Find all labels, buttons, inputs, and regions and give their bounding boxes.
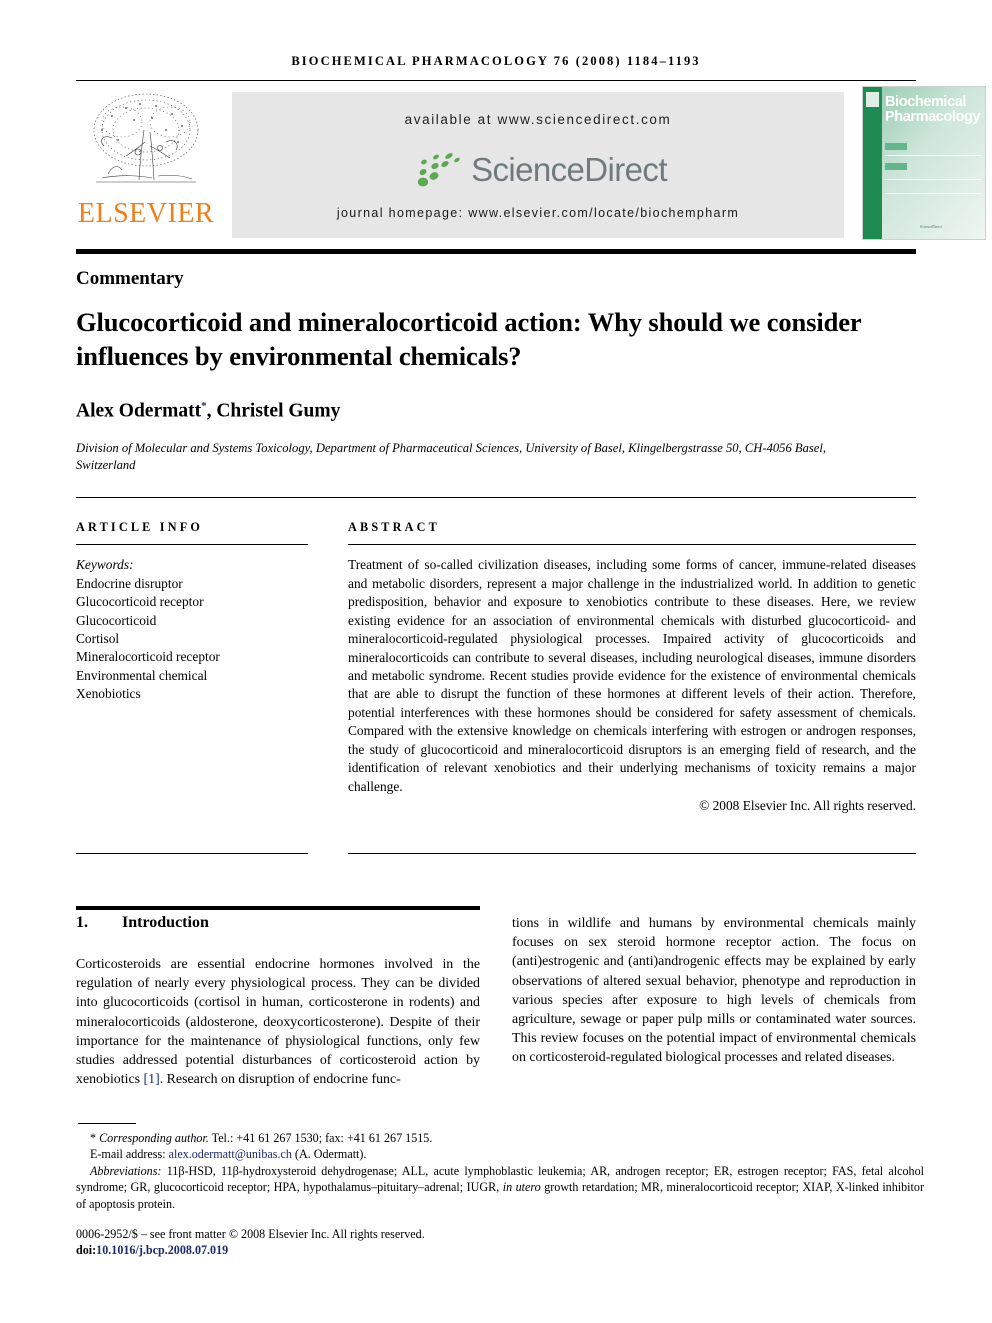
- doi-label: doi:: [76, 1243, 97, 1257]
- abbreviations-label: Abbreviations:: [90, 1163, 162, 1178]
- keyword-item: Mineralocorticoid receptor: [76, 649, 220, 665]
- cover-title: Biochemical Pharmacology: [885, 95, 981, 125]
- reference-citation-1[interactable]: [1]: [144, 1072, 160, 1087]
- author-primary: Alex Odermatt: [76, 400, 202, 422]
- intro-paragraph-part2: . Research on disruption of endocrine fu…: [159, 1072, 401, 1088]
- article-type: Commentary: [76, 268, 184, 289]
- sciencedirect-banner: available at www.sciencedirect.com Scien…: [232, 92, 844, 238]
- abstract-copyright: © 2008 Elsevier Inc. All rights reserved…: [699, 798, 916, 814]
- author-list: Alex Odermatt*, Christel Gumy: [76, 400, 340, 423]
- keyword-item: Environmental chemical: [76, 667, 208, 683]
- cover-title-line1: Biochemical: [885, 94, 967, 110]
- email-link[interactable]: alex.odermatt@unibas.ch: [169, 1147, 292, 1161]
- masthead: ELSEVIER available at www.sciencedirect.…: [76, 86, 986, 242]
- body-column-right: tions in wildlife and humans by environm…: [512, 916, 916, 1066]
- footnote-corresponding-author: * Corresponding author. Tel.: +41 61 267…: [76, 1130, 924, 1146]
- article-info-rule: [76, 544, 308, 546]
- introduction-heading-label: Introduction: [122, 914, 209, 931]
- article-info-bottom-rule: [76, 853, 308, 855]
- footnote-corresponding-label: Corresponding author.: [99, 1131, 209, 1145]
- doi-line: doi:10.1016/j.bcp.2008.07.019: [76, 1243, 228, 1258]
- footnote-star-marker: *: [90, 1131, 97, 1145]
- keyword-item: Endocrine disruptor: [76, 575, 183, 591]
- keywords-label: Keywords:: [76, 557, 134, 573]
- doi-link[interactable]: 10.1016/j.bcp.2008.07.019: [96, 1243, 228, 1257]
- cover-footer-note: ScienceDirect: [919, 224, 943, 229]
- elsevier-tree-icon: [82, 90, 210, 198]
- footnote-email-line: E-mail address: alex.odermatt@unibas.ch …: [76, 1146, 924, 1162]
- running-head: BIOCHEMICAL PHARMACOLOGY 76 (2008) 1184–…: [291, 54, 701, 68]
- cover-bar-2: [885, 179, 981, 181]
- footnote-contact: Tel.: +41 61 267 1530; fax: +41 61 267 1…: [208, 1131, 433, 1145]
- elsevier-logo: ELSEVIER: [76, 86, 216, 238]
- journal-cover-thumbnail: Biochemical Pharmacology ScienceDirect: [862, 86, 986, 240]
- cover-chip-1: [885, 143, 907, 150]
- email-suffix: (A. Odermatt).: [291, 1147, 367, 1162]
- abstract-rule: [348, 544, 916, 546]
- body-column-left: Corticosteroids are essential endocrine …: [76, 955, 480, 1089]
- cover-bar-3: [885, 193, 981, 195]
- masthead-top-rule: [76, 80, 916, 82]
- email-label: E-mail address:: [90, 1147, 169, 1162]
- keyword-item: Cortisol: [76, 630, 120, 646]
- footnote-block: * Corresponding author. Tel.: +41 61 267…: [76, 1130, 924, 1212]
- masthead-bottom-thick-rule: [76, 249, 916, 254]
- abstract-text: Treatment of so-called civilization dise…: [348, 557, 916, 794]
- abstract-column: ABSTRACT Treatment of so-called civiliza…: [348, 520, 916, 814]
- abstract-bottom-rule: [348, 853, 916, 855]
- introduction-top-rule: [76, 906, 480, 910]
- article-info-column: ARTICLE INFO Keywords: Endocrine disrupt…: [76, 520, 308, 704]
- cover-left-band: [863, 87, 882, 239]
- sciencedirect-wordmark: ScienceDirect: [471, 150, 667, 188]
- page-title: Glucocorticoid and mineralocorticoid act…: [76, 307, 862, 371]
- journal-homepage-text: journal homepage: www.elsevier.com/locat…: [336, 206, 740, 220]
- sciencedirect-mark-icon: [417, 152, 460, 186]
- cover-title-line2: Pharmacology: [885, 109, 981, 125]
- abstract-heading: ABSTRACT: [348, 520, 440, 534]
- keyword-item: Xenobiotics: [76, 686, 141, 702]
- info-section-top-rule: [76, 497, 916, 499]
- footnote-separator-rule: [78, 1123, 136, 1125]
- front-matter-line: 0006-2952/$ – see front matter © 2008 El…: [76, 1227, 425, 1241]
- sciencedirect-logo: ScienceDirect: [232, 142, 844, 197]
- introduction-number: 1.: [76, 914, 88, 931]
- keyword-item: Glucocorticoid: [76, 612, 157, 628]
- cover-bar-1: [885, 155, 981, 157]
- footnote-abbreviations: Abbreviations: 11β-HSD, 11β-hydroxystero…: [76, 1163, 924, 1212]
- introduction-heading: 1. Introduction: [76, 914, 209, 932]
- elsevier-wordmark: ELSEVIER: [77, 198, 215, 229]
- article-info-heading: ARTICLE INFO: [76, 520, 204, 534]
- keyword-item: Glucocorticoid receptor: [76, 594, 204, 610]
- keywords-block: Keywords: Endocrine disruptor Glucocorti…: [76, 556, 308, 703]
- affiliation: Division of Molecular and Systems Toxico…: [76, 441, 827, 472]
- abbreviations-italic-term: in utero: [502, 1180, 541, 1195]
- cover-elsevier-mark-icon: [866, 92, 879, 107]
- cover-chip-2: [885, 163, 907, 170]
- intro-paragraph-part1: Corticosteroids are essential endocrine …: [76, 957, 480, 1088]
- author-secondary: , Christel Gumy: [206, 400, 341, 422]
- available-at-text: available at www.sciencedirect.com: [404, 112, 672, 127]
- journal-article-page: BIOCHEMICAL PHARMACOLOGY 76 (2008) 1184–…: [0, 0, 992, 1323]
